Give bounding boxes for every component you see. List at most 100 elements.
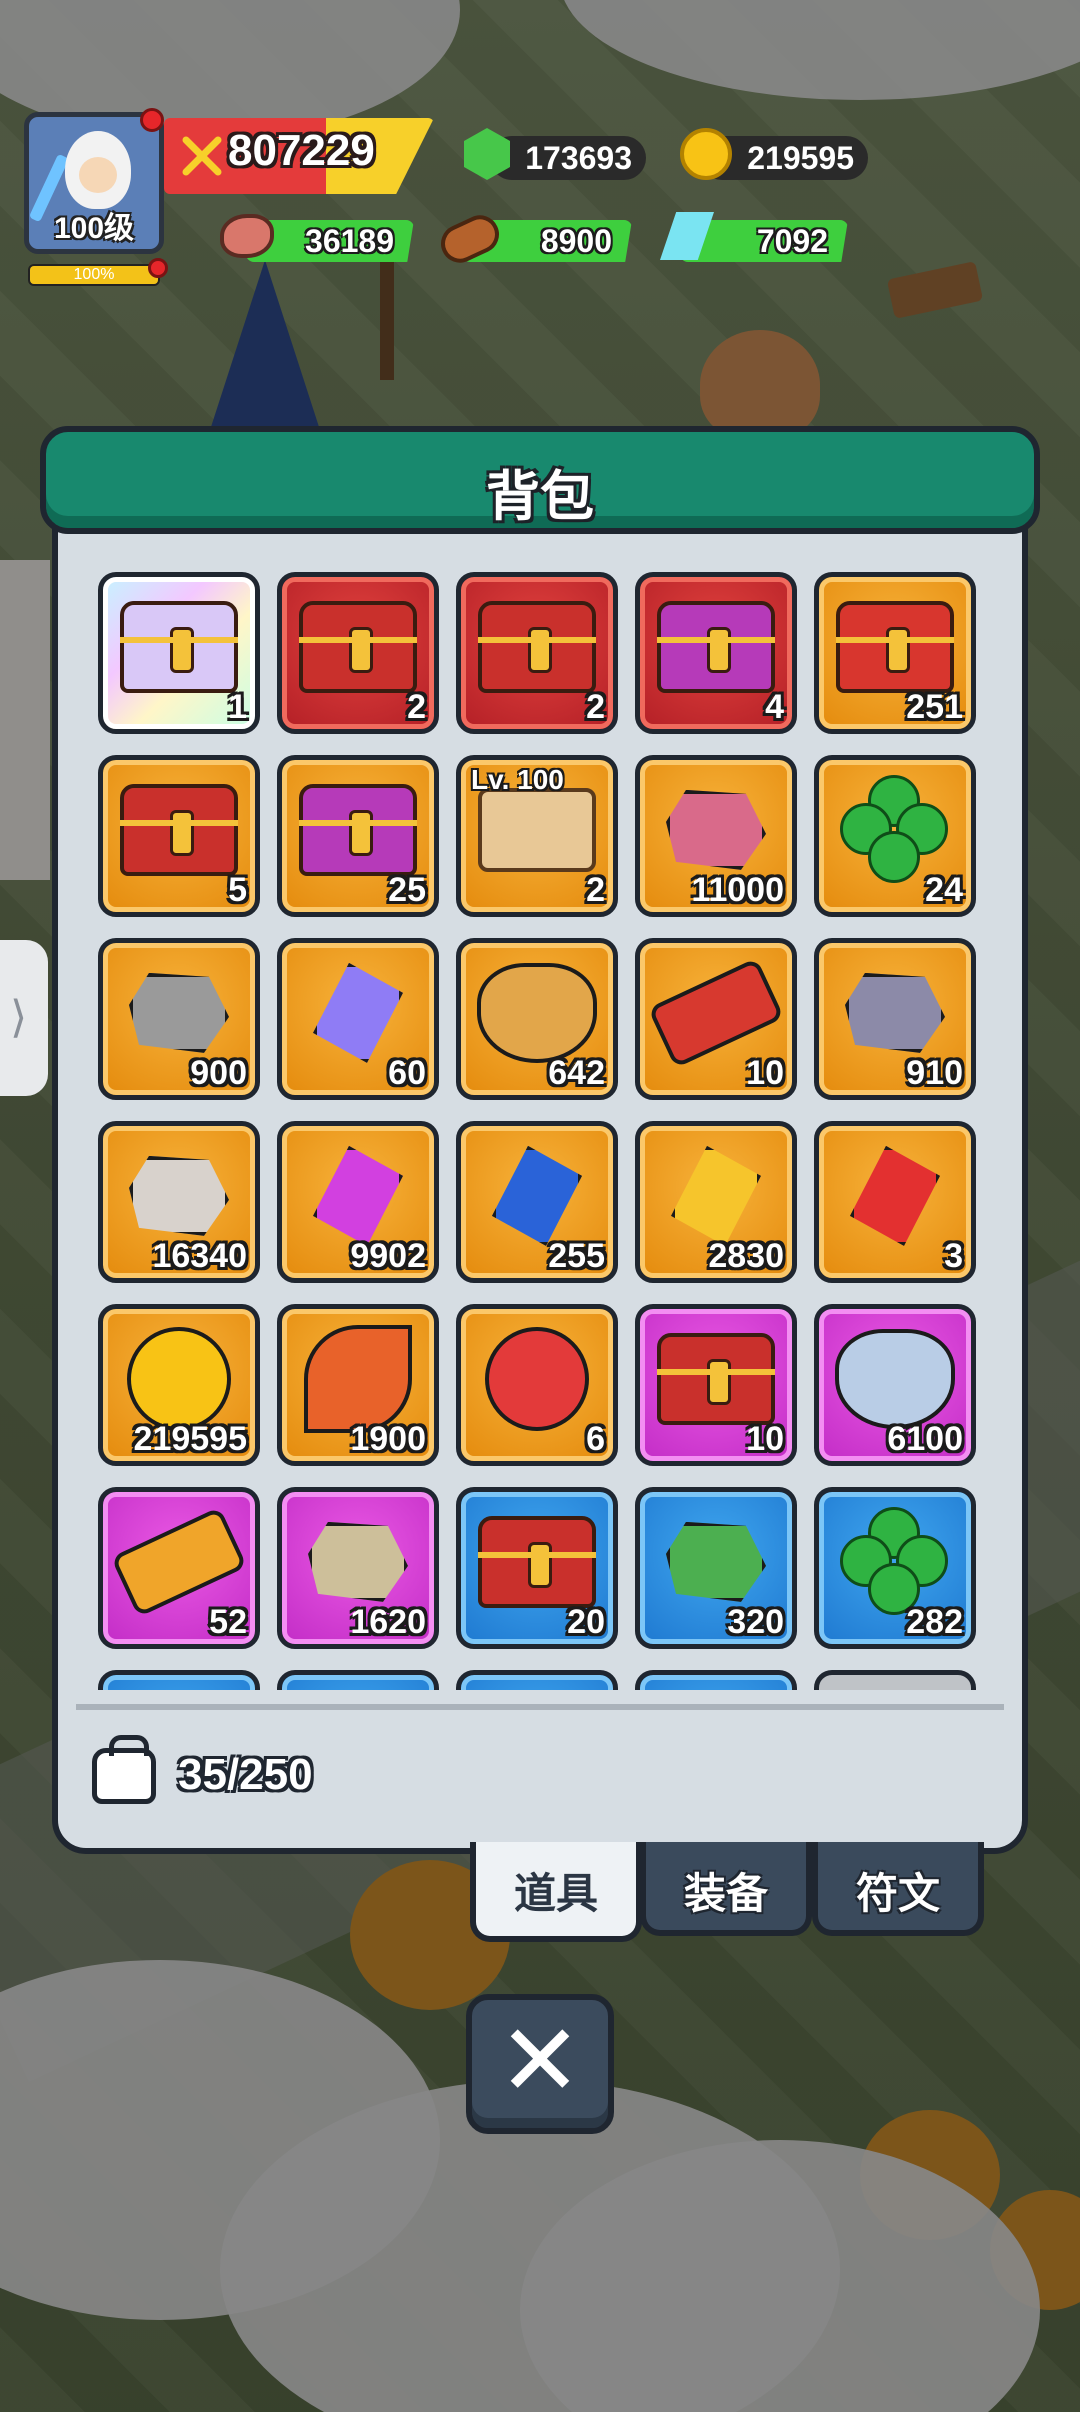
player-level: 100级: [53, 212, 135, 245]
tab-runes[interactable]: 符文: [812, 1842, 984, 1936]
inventory-slot[interactable]: 282: [814, 1487, 976, 1649]
tab-label: 道具: [513, 1869, 598, 1918]
inventory-slot[interactable]: 251: [814, 572, 976, 734]
item-count: 5: [228, 871, 247, 909]
inventory-slot[interactable]: 5: [98, 755, 260, 917]
inventory-slot[interactable]: 11000: [635, 755, 797, 917]
inventory-slot[interactable]: Lv. 100 2: [456, 755, 618, 917]
crystal-icon: [671, 1145, 761, 1246]
flower-icon: [485, 1326, 589, 1431]
inventory-slot[interactable]: 320: [635, 1487, 797, 1649]
inventory-slot[interactable]: [635, 1670, 797, 1690]
inventory-slot[interactable]: [814, 1670, 976, 1690]
item-count: 2: [586, 688, 605, 726]
close-icon: ✕: [498, 2002, 582, 2119]
tab-items[interactable]: 道具: [470, 1842, 642, 1942]
side-drawer-handle[interactable]: ⟩: [0, 940, 48, 1096]
item-count: 6: [586, 1420, 605, 1458]
inventory-slot[interactable]: 4: [635, 572, 797, 734]
inventory-slot[interactable]: 2: [277, 572, 439, 734]
player-avatar[interactable]: 100级: [24, 112, 164, 254]
meat-value: 36189: [305, 223, 394, 259]
crystal-icon: [492, 1145, 582, 1246]
item-count: 1620: [350, 1603, 426, 1641]
ore-icon: [666, 789, 766, 870]
inventory-slot[interactable]: 52: [98, 1487, 260, 1649]
rune-stone-icon: [308, 1521, 408, 1602]
inventory-slot[interactable]: 1620: [277, 1487, 439, 1649]
item-count: 1: [228, 688, 247, 726]
item-count: 219595: [133, 1420, 247, 1458]
rune-stone-icon: [666, 1521, 766, 1602]
top-hud: 100级 100% 807229 173693 219595 36189 890…: [0, 0, 1080, 300]
gem-counter-value-wrap: 173693: [490, 136, 646, 180]
inventory-slot[interactable]: 6100: [814, 1304, 976, 1466]
gem-value: 173693: [525, 140, 632, 176]
badge-icon: [835, 1328, 955, 1429]
chevron-right-icon: ⟩: [10, 992, 28, 1043]
item-count: 282: [906, 1603, 963, 1641]
inventory-slot[interactable]: 1900: [277, 1304, 439, 1466]
inventory-slot[interactable]: 10: [635, 938, 797, 1100]
bag-capacity: 35/250: [178, 1750, 313, 1799]
chest-icon: [836, 600, 954, 693]
bag-panel-header: 背包: [40, 426, 1040, 534]
crystal-icon: [313, 962, 403, 1063]
rune-stone-icon: [129, 1155, 229, 1236]
notification-dot: [148, 258, 168, 278]
item-count: 2830: [708, 1237, 784, 1275]
inventory-grid: 1 2 2 4 251 5 25 Lv. 100 2 11000 24 900 60 642 10 910 16…: [98, 572, 976, 1690]
item-count: 910: [906, 1054, 963, 1092]
inventory-slot[interactable]: 60: [277, 938, 439, 1100]
item-count: 320: [727, 1603, 784, 1641]
item-count: 3: [944, 1237, 963, 1275]
ticket-icon: [110, 1506, 248, 1618]
bag-icon: [92, 1735, 156, 1804]
inventory-slot[interactable]: 16340: [98, 1121, 260, 1283]
inventory-slot[interactable]: 642: [456, 938, 618, 1100]
inventory-slot[interactable]: [456, 1670, 618, 1690]
panel-title: 背包: [486, 465, 594, 528]
chest-icon: [478, 600, 596, 693]
inventory-slot[interactable]: 255: [456, 1121, 618, 1283]
inventory-slot[interactable]: [277, 1670, 439, 1690]
inventory-slot[interactable]: 25: [277, 755, 439, 917]
inventory-slot[interactable]: 1: [98, 572, 260, 734]
inventory-scroll-area[interactable]: 1 2 2 4 251 5 25 Lv. 100 2 11000 24 900 60 642 10 910 16…: [58, 560, 1022, 1690]
meat-icon: [220, 214, 274, 258]
chest-icon: [657, 600, 775, 693]
inventory-slot[interactable]: 20: [456, 1487, 618, 1649]
inventory-slot[interactable]: 2: [456, 572, 618, 734]
item-count: 1900: [350, 1420, 426, 1458]
wood-value: 8900: [540, 223, 612, 259]
item-count: 16340: [152, 1237, 247, 1275]
item-count: 10: [746, 1054, 784, 1092]
inventory-slot[interactable]: 910: [814, 938, 976, 1100]
tab-label: 符文: [855, 1869, 940, 1918]
crossed-swords-icon: [182, 136, 222, 176]
inventory-slot[interactable]: 219595: [98, 1304, 260, 1466]
clover-icon: [840, 1506, 950, 1617]
tab-equipment[interactable]: 装备: [640, 1842, 812, 1936]
chest-icon: [120, 600, 238, 693]
inventory-slot[interactable]: 9902: [277, 1121, 439, 1283]
close-button[interactable]: ✕: [466, 1994, 614, 2134]
xp-bar: 100%: [28, 264, 160, 286]
inventory-slot[interactable]: 3: [814, 1121, 976, 1283]
item-count: 24: [925, 871, 963, 909]
item-level-label: Lv. 100: [471, 764, 564, 795]
chest-icon: [299, 783, 417, 876]
inventory-slot[interactable]: 10: [635, 1304, 797, 1466]
item-count: 251: [906, 688, 963, 726]
item-count: 20: [567, 1603, 605, 1641]
coin-icon: [127, 1326, 231, 1431]
inventory-slot[interactable]: 6: [456, 1304, 618, 1466]
item-count: 9902: [350, 1237, 426, 1275]
inventory-slot[interactable]: [98, 1670, 260, 1690]
item-count: 10: [746, 1420, 784, 1458]
inventory-slot[interactable]: 2830: [635, 1121, 797, 1283]
inventory-slot[interactable]: 900: [98, 938, 260, 1100]
chest-icon: [120, 783, 238, 876]
inventory-slot[interactable]: 24: [814, 755, 976, 917]
divider: [76, 1704, 1004, 1710]
